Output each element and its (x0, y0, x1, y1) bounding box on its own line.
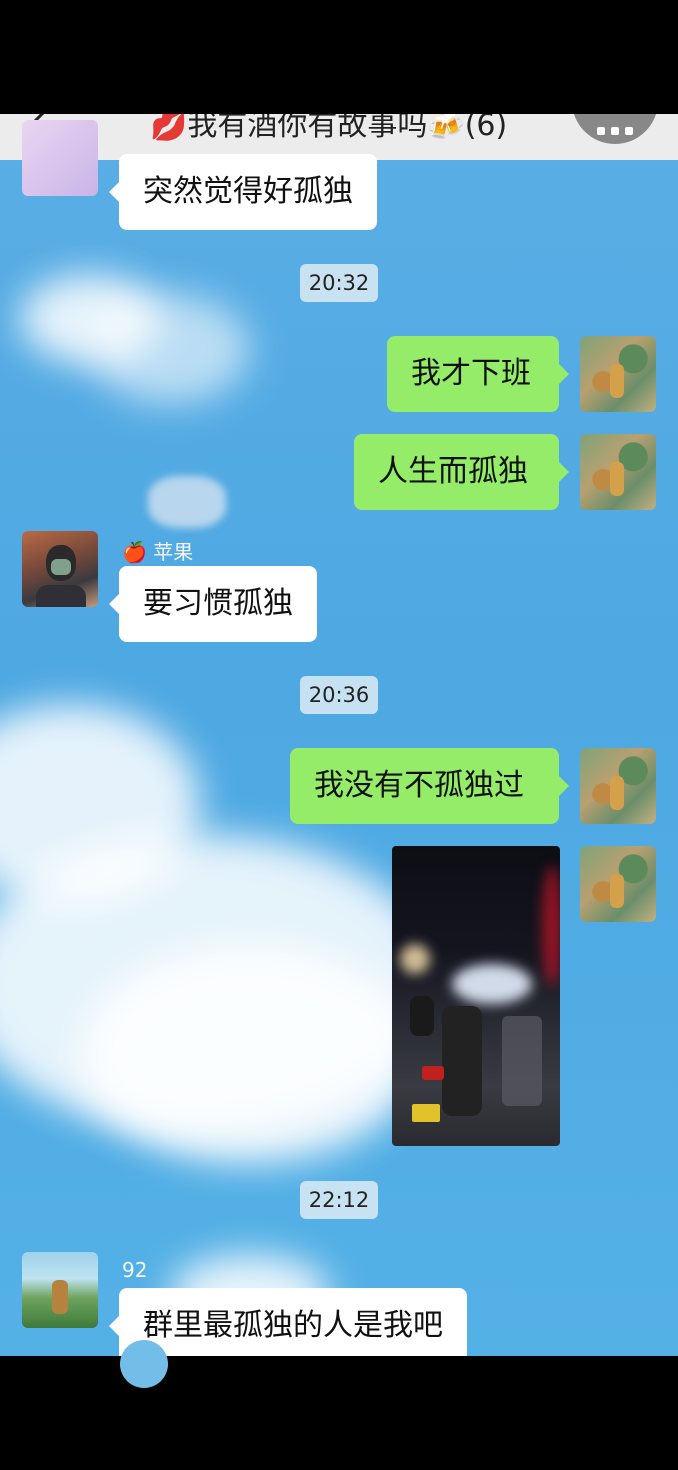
avatar[interactable] (580, 336, 656, 412)
message-bubble[interactable]: 我才下班 (387, 336, 569, 412)
floating-dot (120, 1340, 168, 1388)
avatar[interactable] (22, 1252, 98, 1328)
more-icon[interactable] (572, 114, 658, 144)
message-bubble[interactable]: 群里最孤独的人是我吧 (109, 1288, 467, 1356)
avatar[interactable] (580, 846, 656, 922)
image-message[interactable] (392, 846, 560, 1146)
sender-name: 92 (122, 1258, 148, 1282)
avatar[interactable] (22, 531, 98, 607)
message-bubble[interactable]: 突然觉得好孤独 (109, 154, 377, 230)
message-bubble[interactable]: 我没有不孤独过 (290, 748, 569, 824)
timestamp: 20:32 (300, 264, 378, 302)
avatar[interactable] (22, 120, 98, 196)
message-bubble[interactable]: 人生而孤独 (354, 434, 569, 510)
timestamp: 20:36 (300, 676, 378, 714)
top-letterbox (0, 0, 678, 114)
chat-title: 💋我有酒你有故事吗🍻(6) (150, 114, 508, 143)
timestamp: 22:12 (300, 1181, 378, 1219)
message-bubble[interactable]: 要习惯孤独 (109, 566, 317, 642)
avatar[interactable] (580, 748, 656, 824)
avatar[interactable] (580, 434, 656, 510)
sender-name: 🍎 苹果 (122, 540, 194, 564)
bottom-letterbox (0, 1356, 678, 1470)
blurred-overlay (148, 476, 226, 528)
